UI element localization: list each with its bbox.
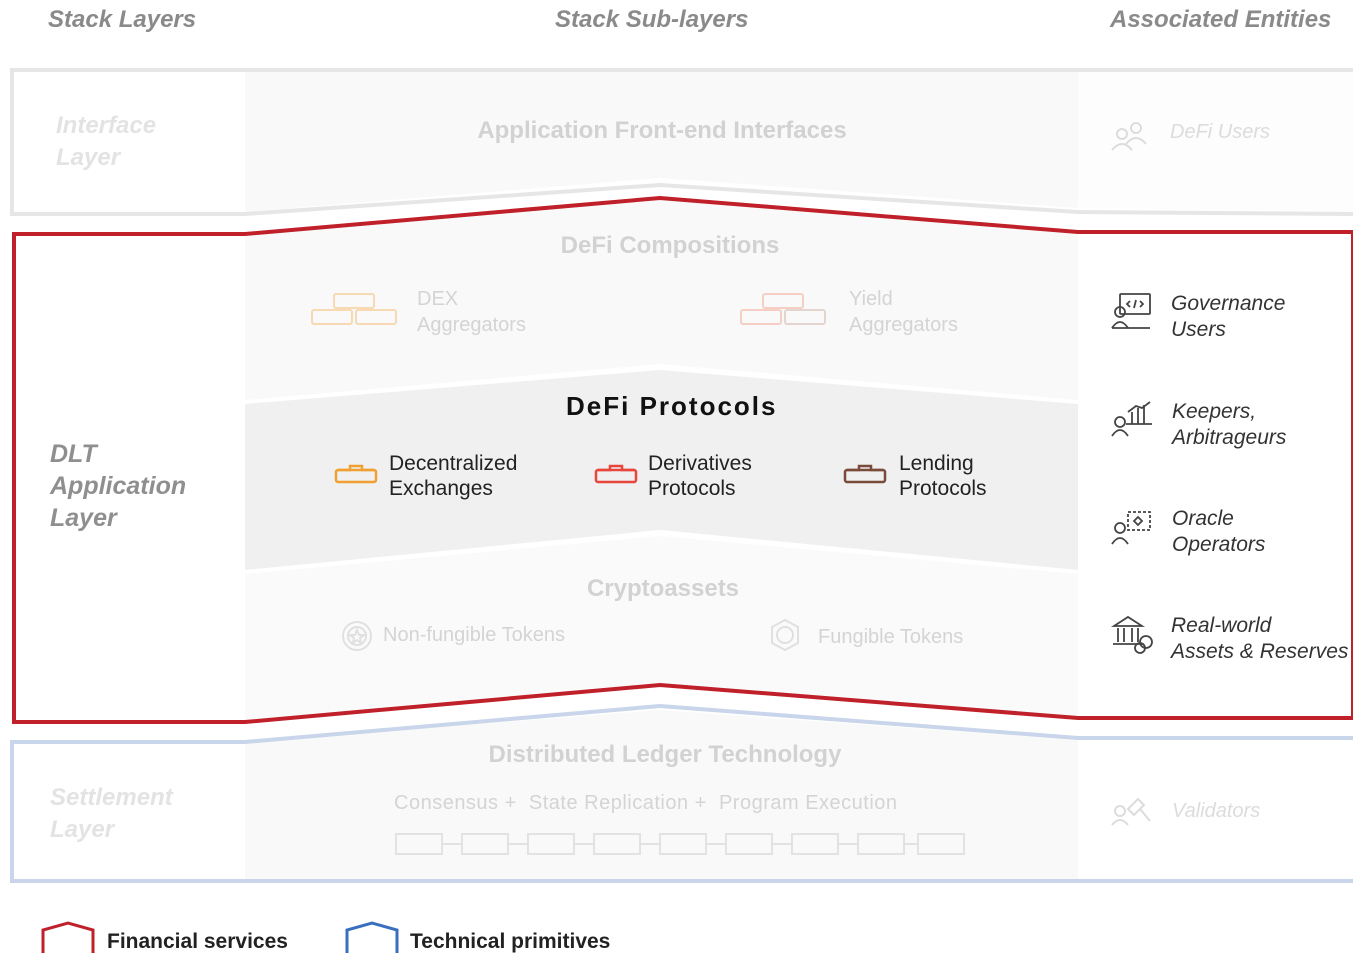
- keepers-arbitrageurs-label: Keepers, Arbitrageurs: [1172, 400, 1287, 449]
- fungible-tokens-label: Fungible Tokens: [818, 626, 964, 648]
- yield-aggregators-label: Yield Aggregators: [849, 288, 958, 336]
- dlt-application-layer-label: DLT Application Layer: [50, 440, 187, 532]
- settlement-layer-label: Settlement Layer: [50, 784, 173, 843]
- cryptoassets-title: Cryptoassets: [586, 575, 740, 602]
- keeper-chart-icon: [1111, 401, 1152, 437]
- bank-assets-icon: [1110, 615, 1153, 654]
- lending-protocols-label: Lending Protocols: [899, 452, 987, 500]
- protocols-title: DeFi Protocols: [566, 391, 778, 421]
- derivatives-protocols-label: Derivatives Protocols: [648, 452, 752, 500]
- derivatives-protocols-icon: [594, 464, 638, 484]
- governance-users-label: Governance Users: [1171, 292, 1286, 341]
- governance-user-icon: [1111, 293, 1151, 329]
- nft-badge-icon: [342, 621, 372, 651]
- lending-protocols-icon: [843, 464, 887, 484]
- legend-technical-label: Technical primitives: [410, 930, 611, 953]
- settlement-components-label: Consensus + State Replication + Program …: [394, 792, 898, 814]
- legend-technical-swatch: [345, 921, 399, 953]
- defi-users-icon: [1111, 122, 1147, 151]
- compositions-title: DeFi Compositions: [560, 232, 780, 259]
- interface-layer-label: Interface Layer: [56, 112, 157, 171]
- header-associated-entities: Associated Entities: [1110, 6, 1332, 33]
- yield-aggregators-icon: [740, 293, 826, 325]
- legend-financial-swatch: [41, 921, 95, 953]
- defi-users-label: DeFi Users: [1170, 121, 1271, 143]
- validators-label: Validators: [1172, 800, 1261, 822]
- defi-stack-diagram: Stack Layers Stack Sub-layers Associated…: [0, 0, 1353, 953]
- oracle-operator-icon: [1111, 511, 1151, 545]
- dex-aggregators-label: DEX Aggregators: [417, 288, 526, 336]
- fungible-token-icon: [771, 618, 799, 652]
- decentralized-exchanges-label: Decentralized Exchanges: [389, 452, 518, 500]
- interface-sublayer-title: Application Front-end Interfaces: [477, 117, 847, 144]
- dex-aggregators-icon: [311, 293, 397, 325]
- oracle-operators-label: Oracle Operators: [1172, 507, 1266, 556]
- validators-icon: [1111, 797, 1151, 826]
- header-stack-sub-layers: Stack Sub-layers: [555, 6, 749, 33]
- legend-financial-label: Financial services: [107, 930, 288, 953]
- decentralized-exchanges-icon: [334, 464, 378, 484]
- nft-label: Non-fungible Tokens: [383, 624, 565, 646]
- settlement-sublayer-title: Distributed Ledger Technology: [488, 741, 842, 768]
- real-world-assets-label: Real-world Assets & Reserves: [1171, 614, 1349, 663]
- header-stack-layers: Stack Layers: [48, 6, 197, 33]
